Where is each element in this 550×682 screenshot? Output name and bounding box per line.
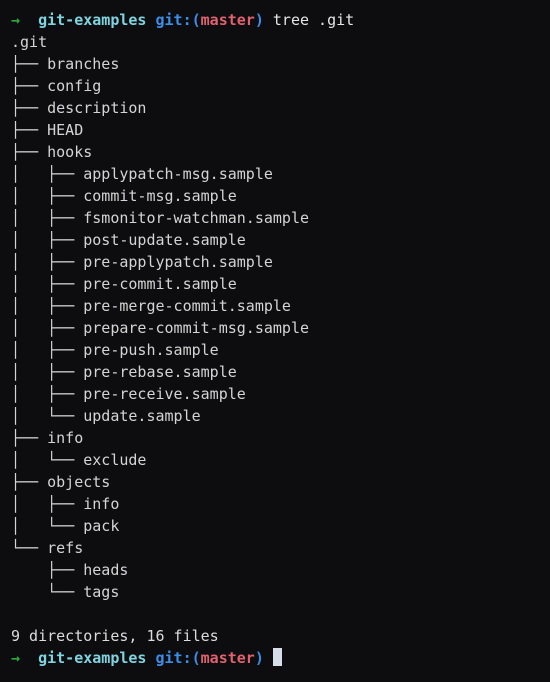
prompt-gap-2	[146, 649, 155, 667]
tree-row: ├── heads	[11, 561, 129, 579]
prompt-git-close: )	[254, 649, 264, 667]
tree-row: │ ├── fsmonitor-watchman.sample	[11, 209, 310, 227]
prompt-gap-2	[146, 11, 155, 29]
typed-command: tree .git	[272, 11, 355, 29]
tree-row: ├── info	[11, 429, 84, 447]
tree-row: ├── branches	[11, 55, 120, 73]
text-cursor[interactable]	[272, 648, 282, 666]
prompt-git-branch: master	[200, 649, 255, 667]
tree-row: │ └── exclude	[11, 451, 147, 469]
tree-row: ├── config	[11, 77, 102, 95]
tree-row: │ ├── pre-applypatch.sample	[11, 253, 273, 271]
command-prompt-line: → git-examples git:(master) tree .git	[11, 9, 550, 31]
tree-row: │ ├── pre-commit.sample	[11, 275, 237, 293]
active-prompt-line[interactable]: → git-examples git:(master)	[11, 647, 550, 669]
prompt-git-open: git:(	[155, 649, 201, 667]
tree-row: │ ├── pre-rebase.sample	[11, 363, 237, 381]
tree-row: │ ├── pre-merge-commit.sample	[11, 297, 291, 315]
prompt-gap-1	[20, 649, 38, 667]
prompt-arrow-icon: →	[11, 649, 21, 667]
tree-row: ├── description	[11, 99, 147, 117]
tree-row: ├── objects	[11, 473, 111, 491]
prompt-gap-3	[264, 11, 273, 29]
tree-row: └── tags	[11, 583, 120, 601]
prompt-git-close: )	[254, 11, 264, 29]
tree-row: └── refs	[11, 539, 84, 557]
tree-summary: 9 directories, 16 files	[11, 627, 219, 645]
tree-row: │ └── update.sample	[11, 407, 201, 425]
tree-row: │ ├── pre-receive.sample	[11, 385, 246, 403]
tree-root: .git	[11, 33, 48, 51]
prompt-gap-3	[264, 649, 273, 667]
prompt-git-branch: master	[200, 11, 255, 29]
tree-row: │ ├── applypatch-msg.sample	[11, 165, 273, 183]
prompt-directory: git-examples	[38, 11, 147, 29]
tree-row: │ ├── pre-push.sample	[11, 341, 219, 359]
prompt-git-open: git:(	[155, 11, 201, 29]
prompt-arrow-icon: →	[11, 11, 21, 29]
tree-row: ├── HEAD	[11, 121, 84, 139]
prompt-gap-1	[20, 11, 38, 29]
prompt-directory: git-examples	[38, 649, 147, 667]
tree-row: │ ├── post-update.sample	[11, 231, 246, 249]
tree-row: │ └── pack	[11, 517, 120, 535]
tree-row: ├── hooks	[11, 143, 93, 161]
tree-row: │ ├── info	[11, 495, 120, 513]
tree-row: │ ├── prepare-commit-msg.sample	[11, 319, 310, 337]
tree-row: │ ├── commit-msg.sample	[11, 187, 237, 205]
terminal-window[interactable]: → git-examples git:(master) tree .git .g…	[0, 0, 550, 682]
